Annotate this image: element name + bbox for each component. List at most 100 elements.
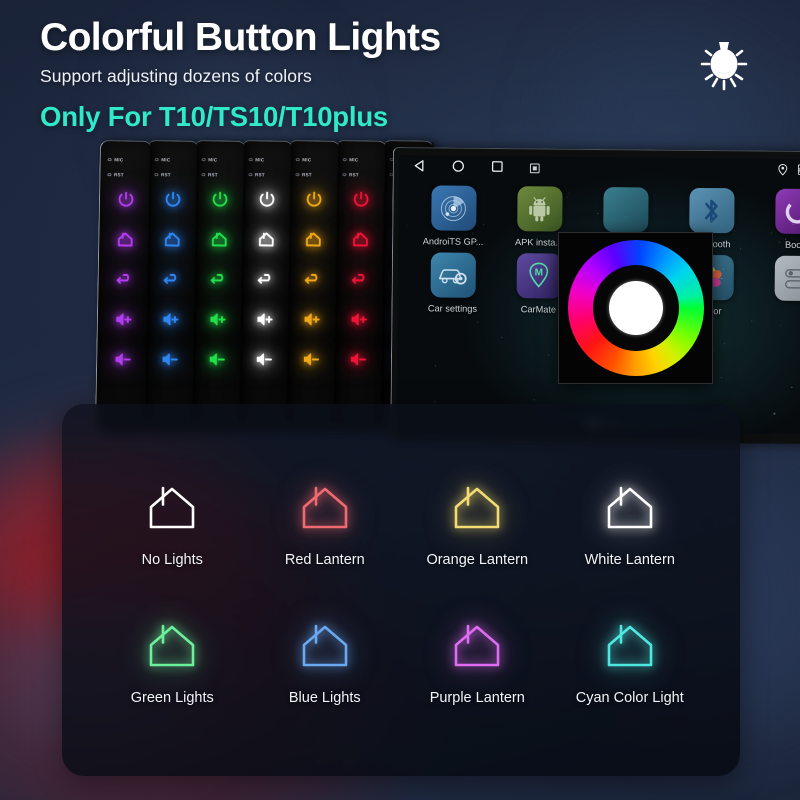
app-icon xyxy=(603,187,648,232)
wallpaper-star xyxy=(407,226,408,227)
wallpaper-star xyxy=(533,399,534,400)
lantern-label: Green Lights xyxy=(131,690,214,706)
button-volume-down-icon[interactable] xyxy=(301,349,321,369)
panel-label-text: MIC xyxy=(349,157,358,162)
panel-label-text: MIC xyxy=(208,157,217,162)
button-volume-up-icon[interactable] xyxy=(160,309,180,329)
button-volume-down-icon[interactable] xyxy=(113,349,133,369)
house-lantern-icon xyxy=(143,620,201,674)
recents-square-icon[interactable] xyxy=(491,160,504,178)
button-volume-up-icon[interactable] xyxy=(254,309,274,329)
lantern-options-panel: No Lights Red Lantern Orange Lantern White … xyxy=(62,404,740,776)
toggle-icon xyxy=(774,256,800,301)
wallpaper-star xyxy=(721,377,722,378)
mic-hole-icon xyxy=(249,158,253,162)
lantern-option[interactable]: White Lantern xyxy=(554,482,707,568)
button-volume-up-icon[interactable] xyxy=(301,309,321,329)
house-lantern-icon xyxy=(143,482,201,536)
button-volume-up-icon[interactable] xyxy=(349,309,369,329)
panel-label-rst: RST xyxy=(154,172,170,177)
bluetooth-icon xyxy=(689,188,734,233)
wallpaper-star xyxy=(773,413,775,415)
mic-hole-icon xyxy=(107,173,111,177)
back-triangle-icon[interactable] xyxy=(413,159,426,177)
button-power-icon[interactable] xyxy=(303,189,323,209)
app-boot[interactable]: Boo... xyxy=(754,188,800,250)
button-back-icon[interactable] xyxy=(255,269,275,289)
panel-label-rst: RST xyxy=(342,172,358,177)
mic-hole-icon xyxy=(154,173,158,177)
wallpaper-star xyxy=(548,354,549,355)
button-power-icon[interactable] xyxy=(256,189,276,209)
mic-hole-icon xyxy=(248,173,252,177)
app-androits-gps[interactable]: AndroiTS GP... xyxy=(410,185,497,247)
wallpaper-star xyxy=(740,248,741,249)
button-power-icon[interactable] xyxy=(350,189,370,209)
lantern-label: Orange Lantern xyxy=(426,552,528,568)
button-back-icon[interactable] xyxy=(208,269,228,289)
lantern-option[interactable]: Blue Lights xyxy=(249,620,402,706)
button-home-icon[interactable] xyxy=(115,229,135,249)
screenshot-icon[interactable] xyxy=(530,160,540,178)
lantern-option[interactable]: Purple Lantern xyxy=(401,620,554,706)
button-back-icon[interactable] xyxy=(114,269,134,289)
button-power-icon[interactable] xyxy=(209,189,229,209)
button-volume-up-icon[interactable] xyxy=(207,309,227,329)
button-back-icon[interactable] xyxy=(349,269,369,289)
lantern-option[interactable]: Green Lights xyxy=(96,620,249,706)
lantern-option[interactable]: Orange Lantern xyxy=(401,482,554,568)
panel-label-rst: RST xyxy=(248,172,264,177)
panel-label-mic: MIC xyxy=(249,157,265,162)
button-volume-up-icon[interactable] xyxy=(113,309,133,329)
car-gear-icon xyxy=(430,252,475,297)
button-back-icon[interactable] xyxy=(161,269,181,289)
panel-label-rst: RST xyxy=(295,172,311,177)
panel-label-mic: MIC xyxy=(202,157,218,162)
color-picker-overlay[interactable] xyxy=(558,232,713,384)
android-robot-icon xyxy=(517,186,562,231)
button-volume-down-icon[interactable] xyxy=(254,349,274,369)
lantern-option[interactable]: Red Lantern xyxy=(249,482,402,568)
button-back-icon[interactable] xyxy=(302,269,322,289)
location-pin-icon xyxy=(778,163,788,181)
house-lantern-icon xyxy=(601,482,659,536)
panel-label-rst: RST xyxy=(107,172,123,177)
lantern-label: Cyan Color Light xyxy=(576,690,684,706)
button-home-icon[interactable] xyxy=(350,229,370,249)
wallpaper-star xyxy=(542,281,543,282)
device-panel-purple: MIC RST xyxy=(95,140,152,433)
boot-icon xyxy=(775,189,800,234)
button-volume-down-icon[interactable] xyxy=(207,349,227,369)
home-circle-icon[interactable] xyxy=(452,160,465,178)
mic-hole-icon xyxy=(296,158,300,162)
button-home-icon[interactable] xyxy=(209,229,229,249)
wallpaper-star xyxy=(724,343,725,344)
panel-label-text: RST xyxy=(161,172,171,177)
mic-hole-icon xyxy=(108,158,112,162)
panel-label-text: MIC xyxy=(114,157,123,162)
page-title: Colorful Button Lights xyxy=(40,18,441,59)
button-home-icon[interactable] xyxy=(303,229,323,249)
mic-hole-icon xyxy=(342,173,346,177)
panel-label-rst: RST xyxy=(201,172,217,177)
button-home-icon[interactable] xyxy=(256,229,276,249)
color-wheel-icon[interactable] xyxy=(568,240,704,376)
lantern-option[interactable]: No Lights xyxy=(96,482,249,568)
panel-label-text: RST xyxy=(208,172,218,177)
panel-label-mic: MIC xyxy=(108,157,124,162)
color-wheel-center-knob[interactable] xyxy=(609,281,663,335)
mic-hole-icon xyxy=(295,173,299,177)
lantern-option[interactable]: Cyan Color Light xyxy=(554,620,707,706)
button-home-icon[interactable] xyxy=(162,229,182,249)
house-lantern-icon xyxy=(296,620,354,674)
button-volume-down-icon[interactable] xyxy=(348,349,368,369)
app-toggle[interactable] xyxy=(753,255,800,317)
button-power-icon[interactable] xyxy=(162,189,182,209)
panel-label-mic: MIC xyxy=(296,157,312,162)
app-label: AndroiTS GP... xyxy=(423,236,484,247)
app-car-settings[interactable]: Car settings xyxy=(409,252,496,314)
wallpaper-star xyxy=(714,350,715,351)
button-power-icon[interactable] xyxy=(115,189,135,209)
button-volume-down-icon[interactable] xyxy=(160,349,180,369)
mic-hole-icon xyxy=(201,173,205,177)
